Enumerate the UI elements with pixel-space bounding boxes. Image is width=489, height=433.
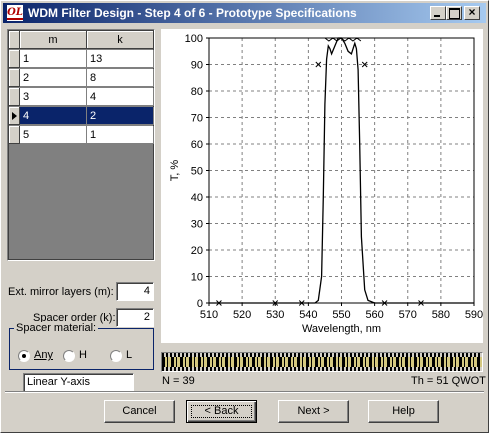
- maximize-icon: [449, 8, 460, 19]
- minimize-icon: [434, 15, 440, 17]
- x-tick-label: 530: [266, 309, 284, 321]
- cancel-button[interactable]: Cancel: [104, 400, 175, 423]
- x-tick-label: 560: [365, 309, 383, 321]
- minimize-button[interactable]: [430, 6, 446, 20]
- cell-k[interactable]: 2: [87, 107, 154, 125]
- x-tick-label: 550: [332, 309, 350, 321]
- radio-selected-dot: [22, 354, 26, 358]
- x-tick-label: 520: [233, 309, 251, 321]
- grid-header-row: m k: [9, 31, 154, 50]
- spacer-order-input[interactable]: 2: [116, 308, 154, 327]
- cell-k[interactable]: 1: [87, 126, 154, 144]
- table-row[interactable]: 28: [9, 69, 154, 88]
- column-header-m[interactable]: m: [20, 31, 87, 49]
- maximize-button[interactable]: [446, 6, 462, 20]
- y-tick-label: 90: [191, 60, 203, 72]
- layer-structure-bar: [161, 352, 483, 372]
- x-tick-label: 590: [465, 309, 483, 321]
- y-tick-label: 60: [191, 139, 203, 151]
- ext-mirror-input[interactable]: 4: [116, 282, 154, 301]
- transmission-chart: 510 520 530 540 550 560 570 580 590 0 10 20 30 40 50 60…: [161, 29, 483, 343]
- current-row-arrow-icon: [12, 112, 17, 120]
- cell-m[interactable]: 3: [20, 88, 87, 106]
- close-icon: ×: [468, 5, 476, 19]
- cell-m[interactable]: 1: [20, 50, 87, 68]
- cell-k[interactable]: 8: [87, 69, 154, 87]
- y-tick-label: 100: [185, 33, 203, 45]
- title-bar[interactable]: OL WDM Filter Design - Step 4 of 6 - Pro…: [3, 3, 486, 23]
- y-tick-label: 50: [191, 166, 203, 178]
- x-axis-label: Wavelength, nm: [302, 323, 381, 335]
- y-tick-label: 80: [191, 86, 203, 98]
- table-row[interactable]: 1 13: [9, 50, 154, 69]
- radio-l-label[interactable]: L: [126, 349, 132, 361]
- y-tick-label: 10: [191, 272, 203, 284]
- ext-mirror-label: Ext. mirror layers (m):: [8, 286, 114, 298]
- app-logo-icon: OL: [7, 5, 23, 21]
- radio-any-label[interactable]: Any: [34, 349, 53, 361]
- row-indicator[interactable]: [9, 88, 20, 106]
- cell-m[interactable]: 4: [20, 107, 87, 125]
- x-tick-label: 510: [200, 309, 218, 321]
- spacer-material-label: Spacer material:: [14, 322, 99, 334]
- cell-k[interactable]: 13: [87, 50, 154, 68]
- row-indicator[interactable]: [9, 69, 20, 87]
- radio-h[interactable]: [63, 350, 75, 362]
- back-button[interactable]: < Back: [186, 400, 257, 423]
- x-tick-label: 580: [432, 309, 450, 321]
- layer-order-grid[interactable]: m k 1 13 2 8 3 4 4 2 5 1: [7, 29, 155, 261]
- y-tick-label: 30: [191, 219, 203, 231]
- column-header-k[interactable]: k: [87, 31, 154, 49]
- y-tick-label: 70: [191, 113, 203, 125]
- table-row[interactable]: 34: [9, 88, 154, 107]
- x-tick-label: 570: [399, 309, 417, 321]
- axis-mode-field[interactable]: Linear Y-axis: [23, 373, 134, 392]
- y-tick-label: 40: [191, 192, 203, 204]
- y-tick-label: 20: [191, 245, 203, 257]
- transmission-chart-svg: 510 520 530 540 550 560 570 580 590 0 10 20 30 40 50 60…: [169, 33, 483, 335]
- y-axis-label: T, %: [169, 160, 181, 182]
- wizard-window: OL WDM Filter Design - Step 4 of 6 - Pro…: [0, 0, 489, 433]
- layer-count-label: N = 39: [162, 375, 195, 387]
- row-indicator[interactable]: [9, 50, 20, 68]
- next-button[interactable]: Next >: [278, 400, 349, 423]
- cell-m[interactable]: 5: [20, 126, 87, 144]
- help-button[interactable]: Help: [368, 400, 439, 423]
- radio-h-label[interactable]: H: [79, 349, 87, 361]
- spec-point-marker: [315, 61, 322, 68]
- thickness-label: Th = 51 QWOT: [411, 375, 486, 387]
- row-indicator[interactable]: [9, 126, 20, 144]
- spacer-material-group: Spacer material: Any H L: [9, 322, 154, 370]
- table-row[interactable]: 51: [9, 126, 154, 145]
- radio-any[interactable]: [18, 350, 30, 362]
- cell-m[interactable]: 2: [20, 69, 87, 87]
- window-title: WDM Filter Design - Step 4 of 6 - Protot…: [28, 6, 357, 20]
- y-tick-label: 0: [197, 298, 203, 310]
- table-row[interactable]: 42: [9, 107, 154, 126]
- row-indicator[interactable]: [9, 107, 20, 125]
- cell-k[interactable]: 4: [87, 88, 154, 106]
- grid-corner: [9, 31, 20, 49]
- separator: [5, 391, 484, 393]
- close-button[interactable]: ×: [464, 5, 480, 20]
- x-tick-label: 540: [299, 309, 317, 321]
- radio-l[interactable]: [110, 350, 122, 362]
